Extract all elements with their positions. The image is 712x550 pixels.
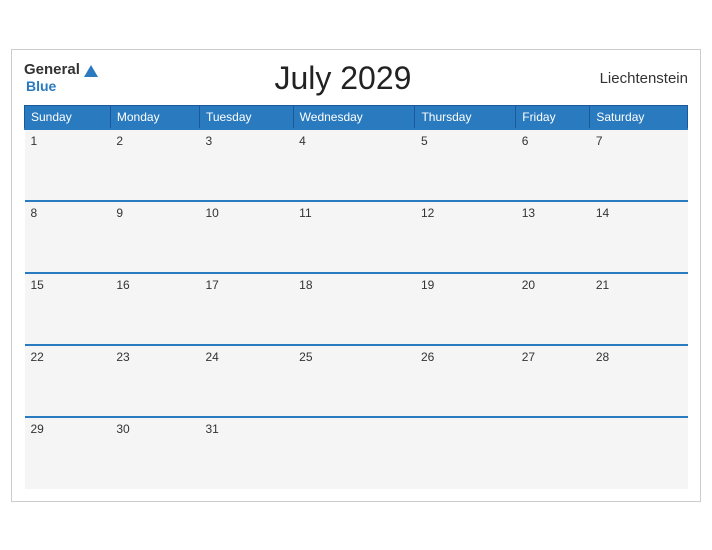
weekday-header-wednesday: Wednesday xyxy=(293,105,415,129)
weekday-header-sunday: Sunday xyxy=(25,105,111,129)
day-cell-18: 18 xyxy=(293,273,415,345)
day-cell-2: 2 xyxy=(110,129,199,201)
weekday-header-monday: Monday xyxy=(110,105,199,129)
day-cell-26: 26 xyxy=(415,345,516,417)
weekday-header-friday: Friday xyxy=(516,105,590,129)
day-cell-7: 7 xyxy=(590,129,688,201)
logo: General Blue xyxy=(24,62,98,94)
day-cell-5: 5 xyxy=(415,129,516,201)
week-row-1: 1234567 xyxy=(25,129,688,201)
day-cell-24: 24 xyxy=(199,345,293,417)
weekday-header-tuesday: Tuesday xyxy=(199,105,293,129)
week-row-4: 22232425262728 xyxy=(25,345,688,417)
day-cell-13: 13 xyxy=(516,201,590,273)
calendar-container: General Blue July 2029 Liechtenstein Sun… xyxy=(11,49,701,502)
logo-general: General xyxy=(24,62,98,79)
logo-blue-text: Blue xyxy=(26,79,98,94)
day-cell-30: 30 xyxy=(110,417,199,489)
day-cell-9: 9 xyxy=(110,201,199,273)
day-cell-10: 10 xyxy=(199,201,293,273)
weekday-header-row: SundayMondayTuesdayWednesdayThursdayFrid… xyxy=(25,105,688,129)
empty-cell xyxy=(415,417,516,489)
day-cell-15: 15 xyxy=(25,273,111,345)
weekday-header-thursday: Thursday xyxy=(415,105,516,129)
empty-cell xyxy=(590,417,688,489)
weekday-header-saturday: Saturday xyxy=(590,105,688,129)
logo-triangle-icon xyxy=(84,65,98,77)
day-cell-23: 23 xyxy=(110,345,199,417)
day-cell-17: 17 xyxy=(199,273,293,345)
day-cell-1: 1 xyxy=(25,129,111,201)
day-cell-11: 11 xyxy=(293,201,415,273)
day-cell-29: 29 xyxy=(25,417,111,489)
day-cell-12: 12 xyxy=(415,201,516,273)
day-cell-8: 8 xyxy=(25,201,111,273)
day-cell-22: 22 xyxy=(25,345,111,417)
day-cell-6: 6 xyxy=(516,129,590,201)
day-cell-4: 4 xyxy=(293,129,415,201)
empty-cell xyxy=(293,417,415,489)
empty-cell xyxy=(516,417,590,489)
day-cell-14: 14 xyxy=(590,201,688,273)
day-cell-31: 31 xyxy=(199,417,293,489)
logo-general-text: General xyxy=(24,62,80,79)
calendar-country: Liechtenstein xyxy=(588,70,688,87)
week-row-5: 293031 xyxy=(25,417,688,489)
day-cell-16: 16 xyxy=(110,273,199,345)
day-cell-28: 28 xyxy=(590,345,688,417)
calendar-title: July 2029 xyxy=(274,60,411,97)
calendar-grid: SundayMondayTuesdayWednesdayThursdayFrid… xyxy=(24,105,688,489)
day-cell-21: 21 xyxy=(590,273,688,345)
day-cell-27: 27 xyxy=(516,345,590,417)
day-cell-3: 3 xyxy=(199,129,293,201)
day-cell-25: 25 xyxy=(293,345,415,417)
day-cell-20: 20 xyxy=(516,273,590,345)
day-cell-19: 19 xyxy=(415,273,516,345)
week-row-3: 15161718192021 xyxy=(25,273,688,345)
calendar-header: General Blue July 2029 Liechtenstein xyxy=(24,60,688,97)
week-row-2: 891011121314 xyxy=(25,201,688,273)
